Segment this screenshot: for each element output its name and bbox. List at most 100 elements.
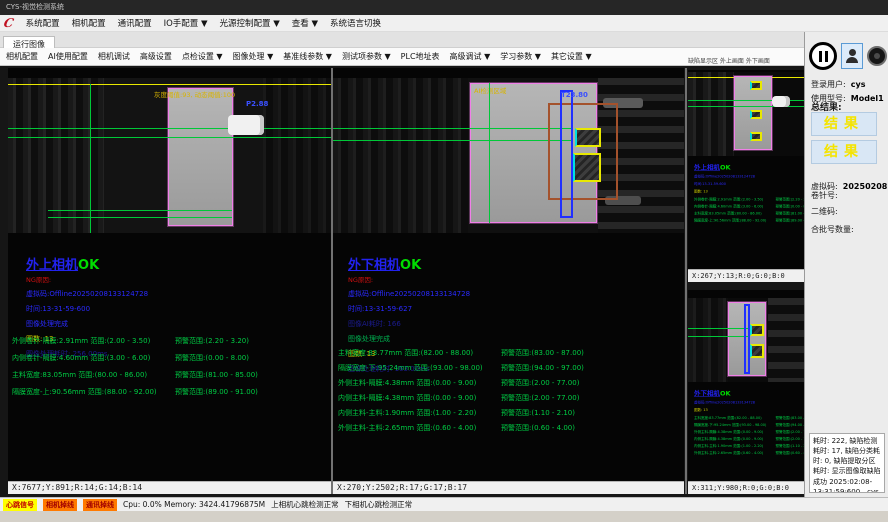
time-line: 时间:13-31-59-627 — [348, 304, 678, 314]
toolbar: 相机配置 AI使用配置 相机调试 高级设置 点检设置 ▼ 图像处理 ▼ 基准线参… — [0, 48, 804, 66]
defect-thumbnail-upper[interactable]: 外上相机OK 虚拟码:Offline20250208133124728 时间:1… — [688, 70, 804, 282]
measurement-row: 外侧主料-隔膜:4.38mm 范围:(0.00 - 9.00)预警范围:(2.0… — [338, 378, 682, 388]
defect-box-yellow — [573, 153, 601, 182]
measurement-warning: 预警范围:(81.00 - 85.00) — [776, 211, 805, 216]
measure-line-green — [48, 210, 232, 211]
product-roi-rect — [168, 88, 233, 226]
menu-language-switch[interactable]: 系统语言切换 — [330, 17, 381, 29]
menu-system-config[interactable]: 系统配置 — [26, 17, 60, 29]
menu-io-config[interactable]: IO手配置 ▼ — [164, 17, 208, 29]
menu-bar: C 系统配置 相机配置 通讯配置 IO手配置 ▼ 光源控制配置 ▼ 查看 ▼ 系… — [0, 15, 888, 32]
camera-ok-status: OK — [720, 390, 731, 398]
camera-title: 外下相机 — [348, 258, 400, 273]
measurement-value: 隔膜宽度-上:90.56mm 范围:(88.00 - 92.00) — [694, 218, 776, 223]
measurement-row: 内侧主料-隔膜:4.38mm 范围:(0.00 - 9.00)预警范围:(2.0… — [338, 393, 682, 403]
ai-elapsed-line: 图像AI耗时: 166 — [348, 319, 678, 329]
measurement-value: 内侧主料-主料:1.90mm 范围:(1.00 - 2.20) — [694, 444, 776, 449]
camera-image-lower[interactable]: AI检测区域 T23.80 — [333, 78, 684, 233]
ai-region-label: AI检测区域 — [474, 85, 506, 95]
lower-camera-heartbeat-status: 下相机心跳检测正常 — [345, 499, 413, 510]
menu-comm-config[interactable]: 通讯配置 — [118, 17, 152, 29]
result-display-2: 结果 — [811, 140, 877, 164]
measure-tag-blue: T23.80 — [561, 91, 588, 99]
tool-baseline-params[interactable]: 基准线参数 ▼ — [283, 51, 332, 62]
defect-box-yellow — [750, 81, 762, 90]
thumbnail-text-upper: 外上相机OK 虚拟码:Offline20250208133124728 时间:1… — [694, 162, 804, 223]
virtual-code-line: 虚拟码:Offline20250208133124728 — [694, 174, 804, 179]
menu-view[interactable]: 查看 ▼ — [292, 17, 318, 29]
defect-thumbnail-lower[interactable]: 外下相机OK 虚拟码:Offline20250208133134728 图数: … — [688, 290, 804, 494]
result-display-1: 结果 — [811, 112, 877, 136]
user-body — [846, 57, 858, 63]
app-logo-icon: C — [3, 16, 16, 30]
measurement-value: 隔膜宽度-下:95.24mm 范围:(93.00 - 98.00) — [338, 363, 501, 373]
tool-test-params[interactable]: 测试项参数 ▼ — [342, 51, 391, 62]
camera-offline-badge: 相机掉线 — [43, 499, 77, 511]
measurement-value: 内侧主料-隔膜:4.38mm 范围:(0.00 - 9.00) — [338, 393, 501, 403]
measure-line-green-vertical — [489, 83, 490, 223]
camera-title: 外上相机 — [26, 258, 78, 273]
measure-line-green — [333, 128, 573, 129]
measure-line-green — [8, 137, 331, 138]
measurement-value: 外侧卷针-隔膜:2.91mm 范围:(2.00 - 3.50) — [694, 197, 776, 202]
defect-box-yellow — [575, 128, 601, 147]
measurement-value: 内侧主料-主料:1.90mm 范围:(1.00 - 2.20) — [338, 408, 501, 418]
control-panel: 登录用户: cys 使用型号: Model1 总结果: 结果 结果 虚拟码: 2… — [804, 32, 888, 497]
knob-dot — [874, 53, 880, 59]
camera-result-line: 外下相机OK — [694, 388, 804, 398]
measurement-list-upper: 外侧卷针-隔膜:2.91mm 范围:(2.00 - 3.50)预警范围:(2.2… — [12, 336, 328, 397]
tool-advanced-settings[interactable]: 高级设置 — [140, 51, 172, 62]
ng-reason-label: NG原因: — [348, 274, 678, 284]
tool-learning-params[interactable]: 学习参数 ▼ — [500, 51, 541, 62]
main-view-area: 灰度阈值:93, 动态阈值:100 P2.88 外上相机OK NG原因: 虚拟码… — [0, 66, 804, 497]
measurement-warning: 预警范围:(0.60 - 4.00) — [776, 451, 805, 456]
tool-ai-config[interactable]: AI使用配置 — [48, 51, 88, 62]
tool-camera-debug[interactable]: 相机调试 — [98, 51, 130, 62]
user-icon[interactable] — [841, 43, 863, 69]
measurement-row: 内侧主料-主料:1.90mm 范围:(1.00 - 2.20)预警范围:(1.1… — [694, 444, 804, 449]
measurement-value: 隔膜宽度-上:90.56mm 范围:(88.00 - 92.00) — [12, 387, 175, 397]
measurement-value: 主料宽度:83.05mm 范围:(80.00 - 86.00) — [12, 370, 175, 380]
measurement-row: 隔膜宽度-下:95.24mm 范围:(93.00 - 98.00)预警范围:(9… — [694, 423, 804, 428]
machine-background — [688, 298, 728, 382]
measurement-row: 内侧主料-主料:1.90mm 范围:(1.00 - 2.20)预警范围:(1.1… — [338, 408, 682, 418]
camera-panel-upper: 灰度阈值:93, 动态阈值:100 P2.88 外上相机OK NG原因: 虚拟码… — [8, 68, 331, 494]
pause-bar — [819, 51, 822, 62]
measurement-row: 主料宽度:83.77mm 范围:(82.00 - 88.00)预警范围:(83.… — [338, 348, 682, 358]
measurement-row: 外侧卷针-隔膜:2.91mm 范围:(2.00 - 3.50)预警范围:(2.2… — [694, 197, 804, 202]
tool-other-settings[interactable]: 其它设置 ▼ — [551, 51, 592, 62]
measurement-value: 主料宽度:83.77mm 范围:(82.00 - 88.00) — [338, 348, 501, 358]
qr-code-label: 二维码: — [811, 206, 838, 217]
tool-image-processing[interactable]: 图像处理 ▼ — [233, 51, 274, 62]
heartbeat-badge: 心跳信号 — [3, 499, 37, 511]
knob-icon[interactable] — [867, 46, 887, 66]
measurement-row: 隔膜宽度-下:95.24mm 范围:(93.00 - 98.00)预警范围:(9… — [338, 363, 682, 373]
camera-image-upper[interactable]: 灰度阈值:93, 动态阈值:100 P2.88 — [8, 78, 331, 233]
measurement-warning: 预警范围:(81.00 - 85.00) — [175, 370, 258, 380]
virtual-code-line: 虚拟码:Offline20250208133124728 — [26, 289, 326, 299]
tool-advanced-debug[interactable]: 高级调试 ▼ — [450, 51, 491, 62]
pixel-status-lower: X:270;Y:2502;R:17;G:17;B:17 — [333, 481, 684, 494]
log-textarea[interactable]: 耗时: 222, 缺陷检测耗时: 17, 缺陷分类耗时: 0, 缺陷提取分区耗时… — [809, 433, 885, 493]
tool-spotcheck-settings[interactable]: 点检设置 ▼ — [182, 51, 223, 62]
menu-light-config[interactable]: 光源控制配置 ▼ — [220, 17, 280, 29]
window-title: CYS-视觉检测系统 — [6, 3, 64, 11]
measurement-value: 隔膜宽度-下:95.24mm 范围:(93.00 - 98.00) — [694, 423, 776, 428]
measurement-value: 外侧主料-主料:2.65mm 范围:(0.60 - 4.00) — [338, 423, 501, 433]
measurement-warning: 预警范围:(0.00 - 8.00) — [776, 204, 805, 209]
comm-offline-badge: 通讯掉线 — [83, 499, 117, 511]
tool-camera-config[interactable]: 相机配置 — [6, 51, 38, 62]
menu-camera-config[interactable]: 相机配置 — [72, 17, 106, 29]
measurement-warning: 预警范围:(1.10 - 2.10) — [776, 444, 805, 449]
machine-background — [768, 298, 804, 382]
tab-row: 运行图像 — [0, 32, 804, 48]
tool-plc-address[interactable]: PLC地址表 — [401, 51, 440, 62]
connector-part — [772, 96, 790, 107]
panel-separator — [685, 68, 687, 494]
app-window: CYS-视觉检测系统 C 系统配置 相机配置 通讯配置 IO手配置 ▼ 光源控制… — [0, 0, 888, 522]
measurement-warning: 预警范围:(2.20 - 3.20) — [175, 336, 249, 346]
pause-icon[interactable] — [809, 42, 837, 70]
measurement-row: 外侧卷针-隔膜:2.91mm 范围:(2.00 - 3.50)预警范围:(2.2… — [12, 336, 328, 346]
camera-result-line: 外上相机OK — [694, 162, 804, 172]
camera-ok-status: OK — [720, 164, 731, 172]
